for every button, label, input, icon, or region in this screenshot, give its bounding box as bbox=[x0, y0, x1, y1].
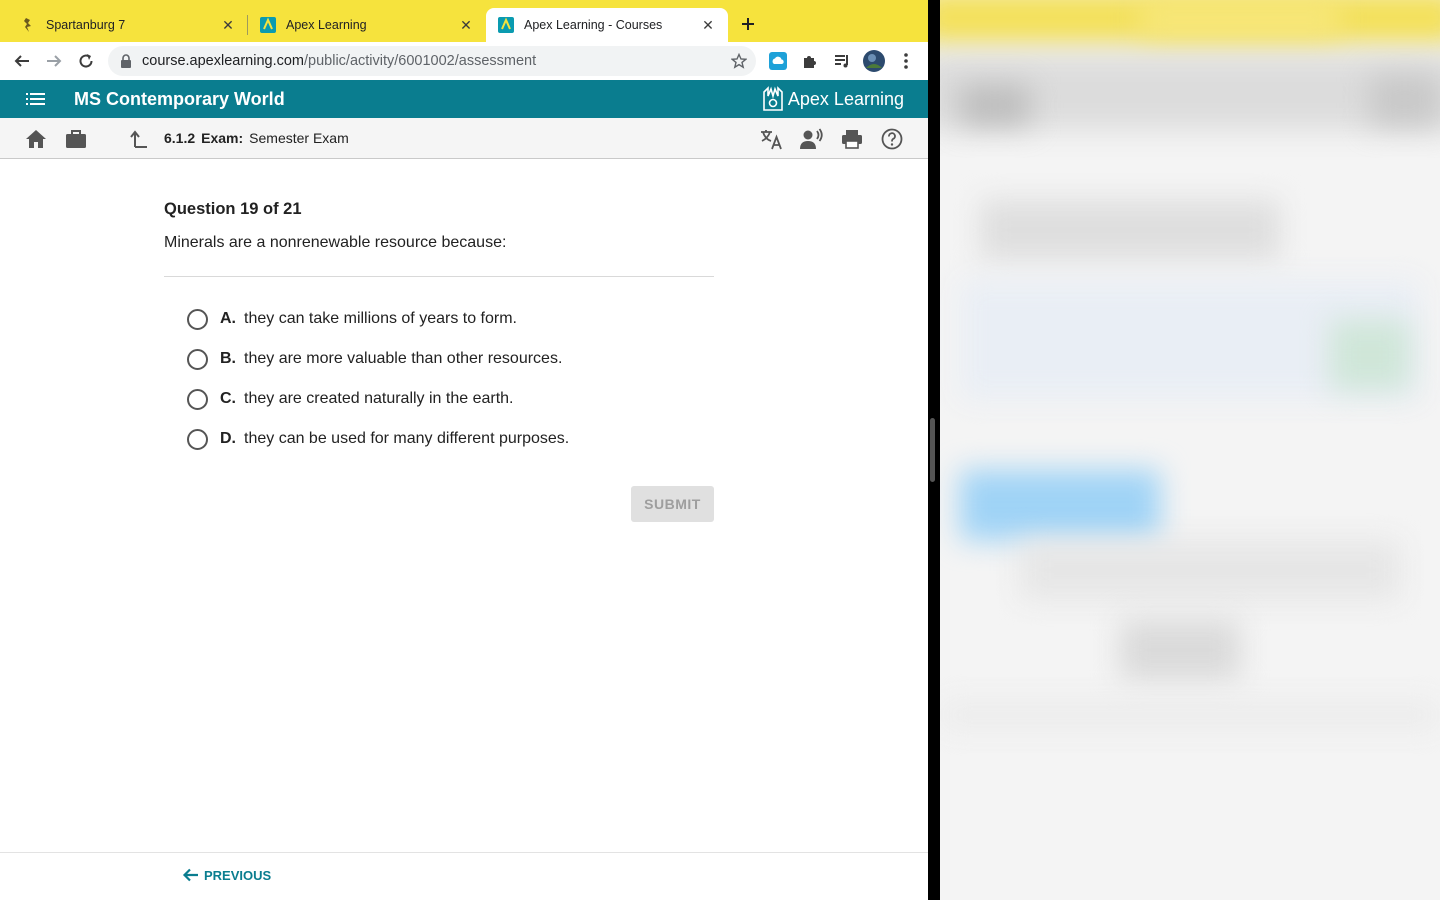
radio-button[interactable] bbox=[187, 308, 208, 330]
radio-button[interactable] bbox=[187, 428, 208, 450]
browser-window: Spartanburg 7 ✕ Apex Learning ✕ Apex Lea… bbox=[0, 0, 928, 900]
read-aloud-icon[interactable] bbox=[800, 127, 824, 151]
submit-button[interactable]: SUBMIT bbox=[631, 486, 714, 522]
option-text: they can take millions of years to form. bbox=[244, 310, 517, 327]
browser-toolbar: course.apexlearning.com/public/activity/… bbox=[0, 42, 928, 80]
address-bar[interactable]: course.apexlearning.com/public/activity/… bbox=[108, 46, 756, 76]
new-tab-button[interactable] bbox=[736, 12, 760, 36]
apex-logo-icon bbox=[763, 86, 783, 111]
left-arrow-icon bbox=[182, 868, 198, 882]
spartanburg-favicon-icon bbox=[20, 17, 36, 33]
question-counter: Question 19 of 21 bbox=[164, 200, 302, 218]
tab-strip: Spartanburg 7 ✕ Apex Learning ✕ Apex Lea… bbox=[0, 0, 928, 42]
option-letter: D. bbox=[220, 430, 236, 447]
question-prompt: Minerals are a nonrenewable resource bec… bbox=[164, 234, 507, 251]
puzzle-extensions-icon[interactable] bbox=[800, 51, 820, 71]
media-queue-icon[interactable] bbox=[832, 51, 852, 71]
up-level-icon[interactable] bbox=[127, 127, 151, 151]
url-host: course.apexlearning.com bbox=[142, 53, 305, 69]
profile-avatar[interactable] bbox=[863, 50, 885, 72]
apex-favicon-icon bbox=[260, 17, 276, 33]
activity-number: 6.1.2 bbox=[164, 130, 196, 146]
hamburger-menu-icon[interactable] bbox=[26, 91, 46, 107]
translate-icon[interactable] bbox=[760, 127, 784, 151]
previous-label: PREVIOUS bbox=[204, 867, 272, 883]
home-icon[interactable] bbox=[24, 127, 48, 151]
forward-arrow-icon bbox=[47, 55, 62, 67]
option-text: they are more valuable than other resour… bbox=[244, 350, 563, 367]
back-arrow-icon bbox=[14, 55, 29, 67]
url-path: /public/activity/6001002/assessment bbox=[304, 53, 537, 69]
help-icon[interactable] bbox=[880, 127, 904, 151]
breadcrumb: 6.1.2 Exam: Semester Exam bbox=[164, 130, 349, 146]
option-text: they are created naturally in the earth. bbox=[244, 390, 514, 407]
tab-apex-learning[interactable]: Apex Learning ✕ bbox=[248, 8, 486, 42]
lock-icon bbox=[120, 54, 134, 68]
apex-learning-logo: Apex Learning bbox=[762, 85, 904, 113]
cloud-extension-icon[interactable] bbox=[768, 51, 788, 71]
answer-option-d[interactable]: D. they can be used for many different p… bbox=[164, 419, 714, 459]
tab-title: Apex Learning - Courses bbox=[524, 18, 663, 32]
kebab-menu-icon[interactable] bbox=[896, 51, 916, 71]
forward-button[interactable] bbox=[41, 48, 67, 74]
print-icon[interactable] bbox=[840, 127, 864, 151]
course-title: MS Contemporary World bbox=[74, 89, 285, 109]
close-icon[interactable]: ✕ bbox=[458, 17, 474, 33]
tab-title: Spartanburg 7 bbox=[46, 18, 126, 32]
apex-favicon-icon bbox=[498, 17, 514, 33]
tab-spartanburg[interactable]: Spartanburg 7 ✕ bbox=[8, 8, 248, 42]
close-icon[interactable]: ✕ bbox=[220, 17, 236, 33]
blurred-side-window bbox=[940, 0, 1440, 900]
plus-icon bbox=[742, 18, 754, 30]
radio-button[interactable] bbox=[187, 348, 208, 370]
back-button[interactable] bbox=[9, 48, 35, 74]
close-icon[interactable]: ✕ bbox=[700, 17, 716, 33]
tab-apex-courses[interactable]: Apex Learning - Courses ✕ bbox=[486, 8, 728, 42]
answer-option-c[interactable]: C. they are created naturally in the ear… bbox=[164, 379, 714, 419]
option-text: they can be used for many different purp… bbox=[244, 430, 570, 447]
question-panel: Question 19 of 21 Minerals are a nonrene… bbox=[164, 200, 714, 459]
divider bbox=[164, 276, 714, 277]
answer-option-a[interactable]: A. they can take millions of years to fo… bbox=[164, 299, 714, 339]
briefcase-icon[interactable] bbox=[64, 127, 88, 151]
activity-type: Exam: bbox=[201, 130, 244, 146]
activity-title: Semester Exam bbox=[249, 130, 349, 146]
brand-name: Apex Learning bbox=[787, 88, 904, 109]
radio-button[interactable] bbox=[187, 388, 208, 410]
answer-options: A. they can take millions of years to fo… bbox=[164, 299, 714, 459]
option-letter: C. bbox=[220, 390, 236, 407]
previous-button[interactable]: PREVIOUS bbox=[182, 866, 271, 884]
reload-button[interactable] bbox=[73, 48, 99, 74]
split-view-handle[interactable] bbox=[930, 418, 935, 482]
bookmark-star-icon[interactable] bbox=[730, 52, 748, 70]
option-letter: A. bbox=[220, 310, 236, 327]
activity-toolbar: 6.1.2 Exam: Semester Exam bbox=[0, 118, 928, 159]
reload-icon bbox=[79, 54, 93, 68]
app-header: MS Contemporary World Apex Learning bbox=[0, 80, 928, 118]
footer-nav: PREVIOUS bbox=[0, 852, 928, 900]
answer-option-b[interactable]: B. they are more valuable than other res… bbox=[164, 339, 714, 379]
option-letter: B. bbox=[220, 350, 236, 367]
tab-title: Apex Learning bbox=[286, 18, 367, 32]
